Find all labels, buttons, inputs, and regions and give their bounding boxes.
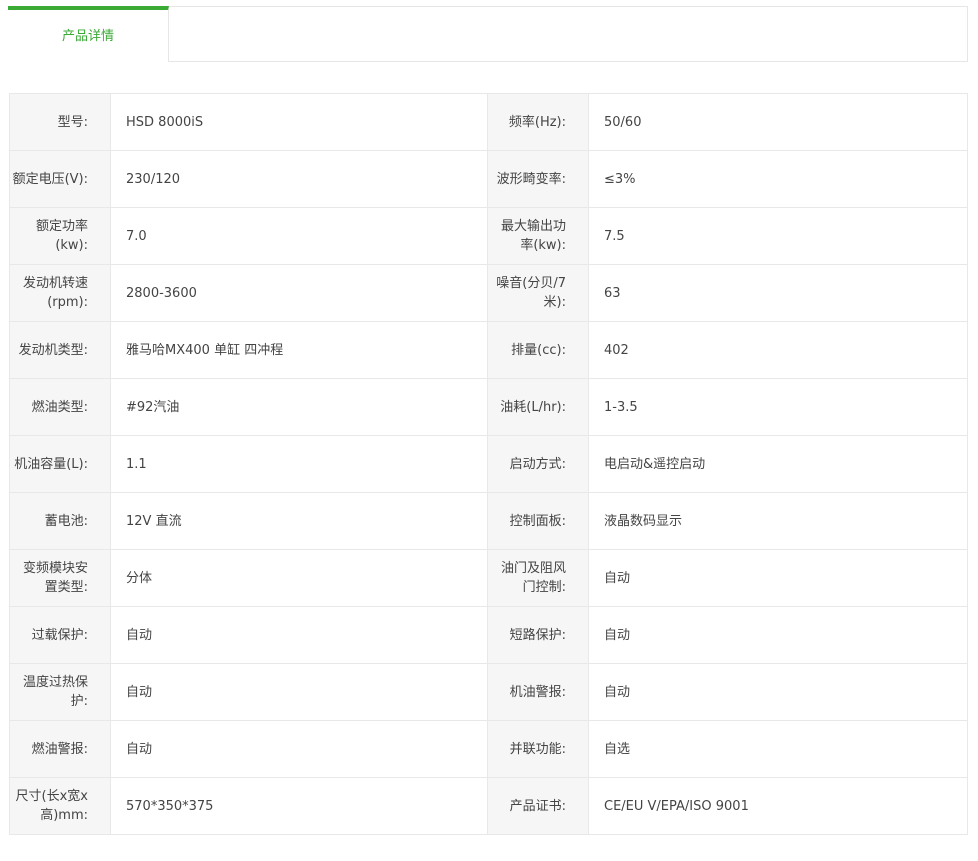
spec-value: 电启动&遥控启动 bbox=[588, 435, 968, 493]
spec-table-body: 型号: HSD 8000iS 频率(Hz): 50/60 额定电压(V): 23… bbox=[9, 93, 968, 835]
table-row: 发动机类型: 雅马哈MX400 单缸 四冲程 排量(cc): 402 bbox=[9, 321, 968, 379]
spec-label: 频率(Hz): bbox=[487, 93, 589, 151]
spec-label: 变频模块安置类型: bbox=[9, 549, 111, 607]
spec-label: 额定电压(V): bbox=[9, 150, 111, 208]
table-row: 燃油类型: #92汽油 油耗(L/hr): 1-3.5 bbox=[9, 378, 968, 436]
spec-value: 自动 bbox=[588, 606, 968, 664]
spec-label: 蓄电池: bbox=[9, 492, 111, 550]
spec-value: 63 bbox=[588, 264, 968, 322]
tab-bar: 产品详情 bbox=[8, 6, 968, 62]
spec-value: 分体 bbox=[110, 549, 488, 607]
spec-label: 启动方式: bbox=[487, 435, 589, 493]
spec-value: 1-3.5 bbox=[588, 378, 968, 436]
spec-value: 402 bbox=[588, 321, 968, 379]
spec-value: 自动 bbox=[110, 606, 488, 664]
table-row: 过载保护: 自动 短路保护: 自动 bbox=[9, 606, 968, 664]
table-row: 燃油警报: 自动 并联功能: 自选 bbox=[9, 720, 968, 778]
spec-label: 燃油警报: bbox=[9, 720, 111, 778]
spec-label: 燃油类型: bbox=[9, 378, 111, 436]
spec-value: 1.1 bbox=[110, 435, 488, 493]
table-row: 机油容量(L): 1.1 启动方式: 电启动&遥控启动 bbox=[9, 435, 968, 493]
spec-label: 噪音(分贝/7米): bbox=[487, 264, 589, 322]
spec-label: 最大输出功率(kw): bbox=[487, 207, 589, 265]
table-row: 温度过热保护: 自动 机油警报: 自动 bbox=[9, 663, 968, 721]
spec-value: 230/120 bbox=[110, 150, 488, 208]
spec-label: 油门及阻风门控制: bbox=[487, 549, 589, 607]
spec-value: 自动 bbox=[588, 663, 968, 721]
table-row: 蓄电池: 12V 直流 控制面板: 液晶数码显示 bbox=[9, 492, 968, 550]
spec-value: CE/EU V/EPA/ISO 9001 bbox=[588, 777, 968, 835]
spec-label: 产品证书: bbox=[487, 777, 589, 835]
table-row: 额定电压(V): 230/120 波形畸变率: ≤3% bbox=[9, 150, 968, 208]
spec-value: 自动 bbox=[588, 549, 968, 607]
spec-label: 温度过热保护: bbox=[9, 663, 111, 721]
spec-value: 570*350*375 bbox=[110, 777, 488, 835]
spec-label: 并联功能: bbox=[487, 720, 589, 778]
spec-label: 型号: bbox=[9, 93, 111, 151]
table-row: 型号: HSD 8000iS 频率(Hz): 50/60 bbox=[9, 93, 968, 151]
spec-label: 尺寸(长x宽x高)mm: bbox=[9, 777, 111, 835]
spec-label: 机油容量(L): bbox=[9, 435, 111, 493]
spec-label: 机油警报: bbox=[487, 663, 589, 721]
spec-label: 额定功率(kw): bbox=[9, 207, 111, 265]
spec-value: 自动 bbox=[110, 720, 488, 778]
table-row: 发动机转速(rpm): 2800-3600 噪音(分贝/7米): 63 bbox=[9, 264, 968, 322]
spec-value: 12V 直流 bbox=[110, 492, 488, 550]
spec-label: 排量(cc): bbox=[487, 321, 589, 379]
spec-label: 过载保护: bbox=[9, 606, 111, 664]
spec-label: 控制面板: bbox=[487, 492, 589, 550]
spec-value: 7.5 bbox=[588, 207, 968, 265]
table-row: 变频模块安置类型: 分体 油门及阻风门控制: 自动 bbox=[9, 549, 968, 607]
spec-label: 发动机类型: bbox=[9, 321, 111, 379]
spec-label: 波形畸变率: bbox=[487, 150, 589, 208]
spec-label: 油耗(L/hr): bbox=[487, 378, 589, 436]
table-row: 额定功率(kw): 7.0 最大输出功率(kw): 7.5 bbox=[9, 207, 968, 265]
spec-value: 2800-3600 bbox=[110, 264, 488, 322]
spec-value: 自选 bbox=[588, 720, 968, 778]
spec-label: 短路保护: bbox=[487, 606, 589, 664]
table-row: 尺寸(长x宽x高)mm: 570*350*375 产品证书: CE/EU V/E… bbox=[9, 777, 968, 835]
spec-label: 发动机转速(rpm): bbox=[9, 264, 111, 322]
spec-value: HSD 8000iS bbox=[110, 93, 488, 151]
spec-table: 型号: HSD 8000iS 频率(Hz): 50/60 额定电压(V): 23… bbox=[9, 93, 968, 835]
spec-value: 50/60 bbox=[588, 93, 968, 151]
spec-value: 雅马哈MX400 单缸 四冲程 bbox=[110, 321, 488, 379]
spec-value: #92汽油 bbox=[110, 378, 488, 436]
spec-value: 液晶数码显示 bbox=[588, 492, 968, 550]
tab-product-details[interactable]: 产品详情 bbox=[8, 6, 169, 62]
spec-value: 7.0 bbox=[110, 207, 488, 265]
spec-value: 自动 bbox=[110, 663, 488, 721]
spec-value: ≤3% bbox=[588, 150, 968, 208]
